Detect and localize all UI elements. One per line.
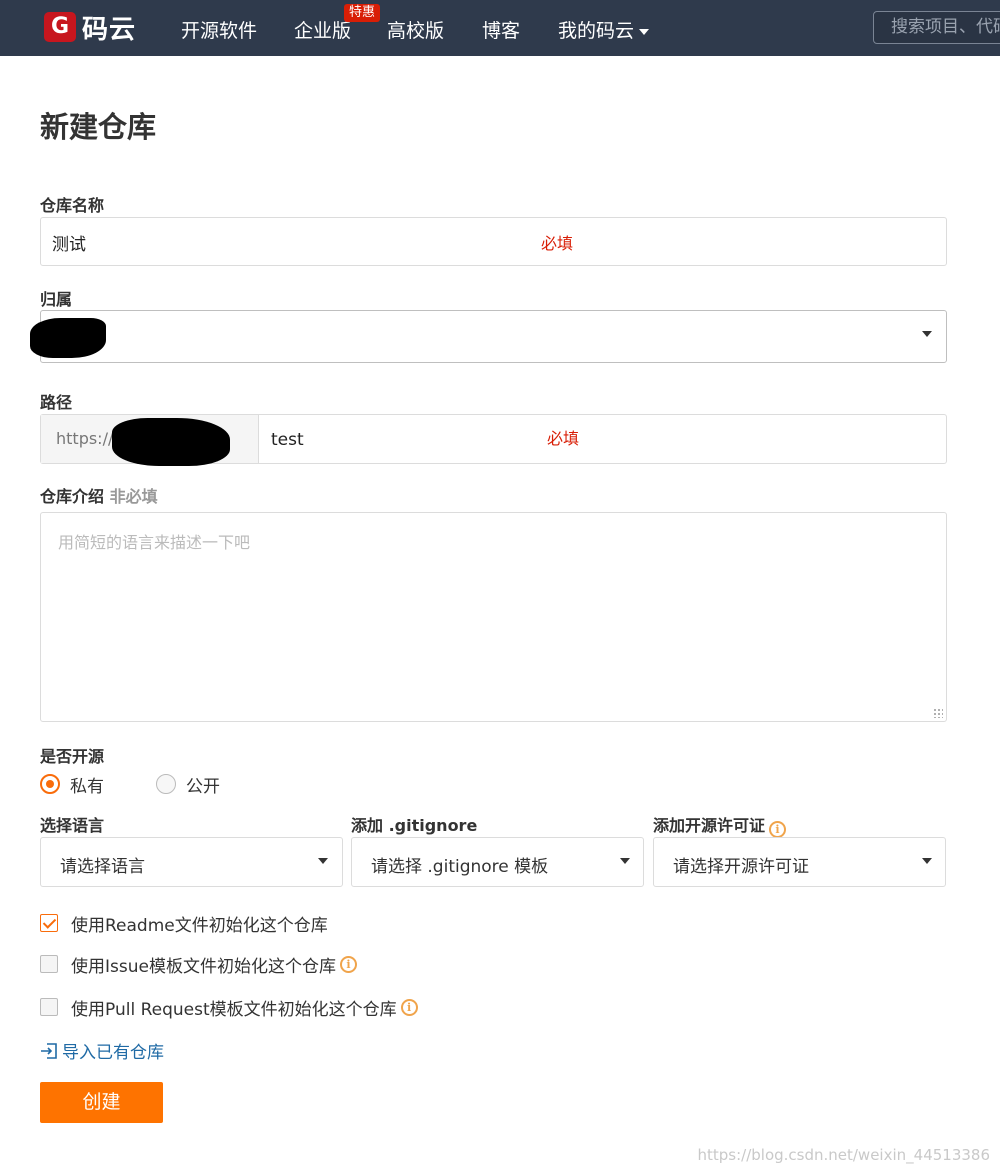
checkbox-unchecked-icon <box>40 998 58 1016</box>
repo-name-label: 仓库名称 <box>40 196 105 215</box>
nav-university[interactable]: 高校版 <box>387 16 444 43</box>
gitignore-label: 添加 .gitignore <box>351 816 478 835</box>
checkbox-pr-template[interactable]: 使用Pull Request模板文件初始化这个仓库 i <box>40 996 418 1020</box>
info-icon[interactable]: i <box>339 955 357 973</box>
checkbox-readme[interactable]: 使用Readme文件初始化这个仓库 <box>40 912 328 936</box>
chevron-down-icon <box>639 28 650 35</box>
nav-open-source[interactable]: 开源软件 <box>181 16 257 43</box>
nav-enterprise[interactable]: 企业版 <box>294 16 351 43</box>
top-nav: G 码云 开源软件 企业版 特惠 高校版 博客 我的码云 搜索项目、代码 <box>0 0 1000 56</box>
license-select-value: 请选择开源许可证 <box>673 857 809 877</box>
promo-badge: 特惠 <box>344 4 381 22</box>
radio-checked-icon <box>40 774 60 794</box>
radio-public[interactable]: 公开 <box>156 772 220 797</box>
search-input[interactable]: 搜索项目、代码 <box>873 11 1000 44</box>
path-label: 路径 <box>40 393 73 412</box>
import-link-label: 导入已有仓库 <box>62 1043 164 1063</box>
redacted-owner <box>30 318 106 358</box>
license-label-text: 添加开源许可证 <box>653 816 766 835</box>
info-icon[interactable]: i <box>769 821 787 838</box>
radio-public-label: 公开 <box>186 776 220 797</box>
radio-private[interactable]: 私有 <box>40 772 104 797</box>
nav-my-gitee[interactable]: 我的码云 <box>558 16 650 43</box>
path-value: test <box>271 430 304 450</box>
logo[interactable]: G 码云 <box>44 11 137 45</box>
chevron-down-icon <box>922 331 932 337</box>
nav-my-gitee-label: 我的码云 <box>558 20 635 42</box>
redacted-path <box>112 418 230 466</box>
gitignore-select[interactable]: 请选择 .gitignore 模板 <box>351 837 644 887</box>
required-note: 必填 <box>541 234 574 253</box>
create-button[interactable]: 创建 <box>40 1082 163 1123</box>
page-title: 新建仓库 <box>40 110 157 144</box>
checkbox-pr-label: 使用Pull Request模板文件初始化这个仓库 <box>71 999 397 1020</box>
owner-select[interactable] <box>40 310 947 363</box>
repo-name-input[interactable]: 测试 必填 <box>40 217 947 266</box>
watermark: https://blog.csdn.net/weixin_44513386 <box>697 1146 990 1164</box>
checkbox-checked-icon <box>40 914 58 932</box>
chevron-down-icon <box>318 858 328 864</box>
visibility-label: 是否开源 <box>40 747 105 766</box>
description-placeholder: 用简短的语言来描述一下吧 <box>58 533 251 552</box>
radio-unchecked-icon <box>156 774 176 794</box>
logo-text: 码云 <box>82 14 137 45</box>
description-label-text: 仓库介绍 <box>40 487 105 506</box>
language-select[interactable]: 请选择语言 <box>40 837 343 887</box>
license-select[interactable]: 请选择开源许可证 <box>653 837 946 887</box>
resize-handle-icon[interactable] <box>933 708 943 718</box>
import-icon <box>41 1042 57 1059</box>
owner-label: 归属 <box>40 290 73 309</box>
nav-blog[interactable]: 博客 <box>482 16 520 43</box>
description-label: 仓库介绍 非必填 <box>40 483 158 507</box>
repo-name-value: 测试 <box>52 235 86 255</box>
checkbox-unchecked-icon <box>40 955 58 973</box>
optional-note: 非必填 <box>109 487 158 506</box>
gitignore-select-value: 请选择 .gitignore 模板 <box>371 857 549 877</box>
required-note: 必填 <box>547 429 580 448</box>
chevron-down-icon <box>620 858 630 864</box>
description-textarea[interactable]: 用简短的语言来描述一下吧 <box>40 512 947 722</box>
license-label: 添加开源许可证 i <box>653 812 787 838</box>
checkbox-issue-template[interactable]: 使用Issue模板文件初始化这个仓库 i <box>40 953 357 977</box>
chevron-down-icon <box>922 858 932 864</box>
import-repo-link[interactable]: 导入已有仓库 <box>40 1038 164 1063</box>
info-icon[interactable]: i <box>400 998 418 1016</box>
language-select-value: 请选择语言 <box>60 857 145 877</box>
logo-icon: G <box>44 12 76 42</box>
radio-private-label: 私有 <box>70 776 104 797</box>
language-label: 选择语言 <box>40 816 105 835</box>
checkbox-readme-label: 使用Readme文件初始化这个仓库 <box>71 915 328 936</box>
checkbox-issue-label: 使用Issue模板文件初始化这个仓库 <box>71 956 336 977</box>
